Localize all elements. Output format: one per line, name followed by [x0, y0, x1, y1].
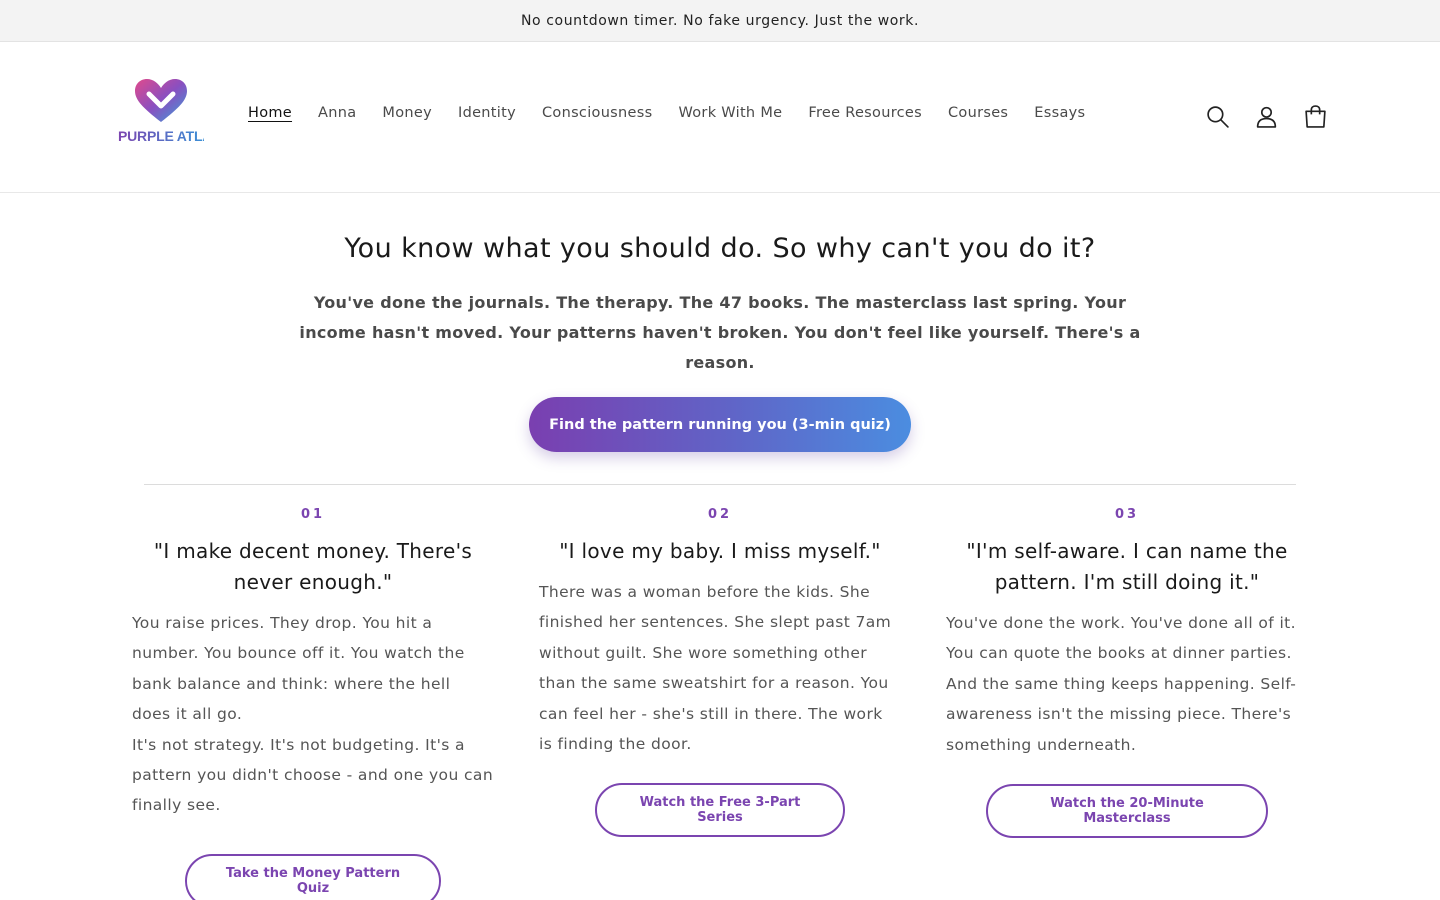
- nav-item-money[interactable]: Money: [382, 105, 432, 121]
- card-number: 01: [300, 507, 326, 522]
- search-icon[interactable]: [1205, 104, 1230, 129]
- pattern-card-consciousness: 03 "I'm self-aware. I can name the patte…: [946, 507, 1308, 900]
- quiz-cta-button[interactable]: Find the pattern running you (3-min quiz…: [529, 397, 911, 452]
- card-number: 03: [1114, 507, 1140, 522]
- pattern-card-identity: 02 "I love my baby. I miss myself." Ther…: [539, 507, 901, 900]
- nav-item-work-with-me[interactable]: Work With Me: [678, 105, 782, 121]
- card-paragraph: You raise prices. They drop. You hit a n…: [132, 614, 465, 724]
- nav-item-home[interactable]: Home: [248, 105, 292, 121]
- header-icons: [1205, 104, 1328, 129]
- announcement-bar: No countdown timer. No fake urgency. Jus…: [0, 0, 1440, 42]
- card-body: You've done the work. You've done all of…: [946, 608, 1308, 760]
- nav-item-anna[interactable]: Anna: [318, 105, 356, 121]
- masterclass-button[interactable]: Watch the 20-Minute Masterclass: [986, 784, 1268, 839]
- announcement-text: No countdown timer. No fake urgency. Jus…: [520, 12, 920, 29]
- card-paragraph: You've done the work. You've done all of…: [946, 614, 1297, 754]
- hero-title: You know what you should do. So why can'…: [344, 233, 1096, 264]
- hero-subtitle: You've done the journals. The therapy. T…: [299, 293, 1141, 372]
- nav-item-essays[interactable]: Essays: [1034, 105, 1085, 121]
- card-heading: "I love my baby. I miss myself.": [559, 539, 881, 563]
- nav-item-identity[interactable]: Identity: [458, 105, 516, 121]
- account-icon[interactable]: [1254, 104, 1279, 129]
- section-divider: [144, 484, 1296, 485]
- brand-name: PURPLE ATLAS: [118, 128, 222, 144]
- main-nav: Home Anna Money Identity Consciousness W…: [248, 105, 1111, 121]
- pattern-card-money: 01 "I make decent money. There's never e…: [132, 507, 494, 900]
- nav-item-consciousness[interactable]: Consciousness: [542, 105, 652, 121]
- money-quiz-button[interactable]: Take the Money Pattern Quiz: [185, 853, 441, 900]
- nav-item-courses[interactable]: Courses: [948, 105, 1008, 121]
- pattern-columns: 01 "I make decent money. There's never e…: [132, 507, 1308, 900]
- card-body: You raise prices. They drop. You hit a n…: [132, 608, 494, 821]
- card-heading: "I make decent money. There's never enou…: [153, 539, 473, 594]
- heart-logo-icon: [135, 79, 187, 122]
- card-paragraph: There was a woman before the kids. She f…: [539, 583, 892, 754]
- card-heading: "I'm self-aware. I can name the pattern.…: [966, 539, 1288, 594]
- brand-logo[interactable]: PURPLE ATLAS: [118, 78, 222, 158]
- card-body: There was a woman before the kids. She f…: [539, 577, 901, 759]
- free-series-button[interactable]: Watch the Free 3-Part Series: [595, 783, 845, 838]
- card-paragraph: It's not strategy. It's not budgeting. I…: [132, 735, 494, 815]
- site-header: PURPLE ATLAS Home Anna Money Identity Co…: [0, 42, 1440, 193]
- nav-item-free-resources[interactable]: Free Resources: [808, 105, 922, 121]
- cart-icon[interactable]: [1303, 104, 1328, 129]
- hero-section: You know what you should do. So why can'…: [0, 193, 1440, 452]
- card-number: 02: [707, 507, 733, 522]
